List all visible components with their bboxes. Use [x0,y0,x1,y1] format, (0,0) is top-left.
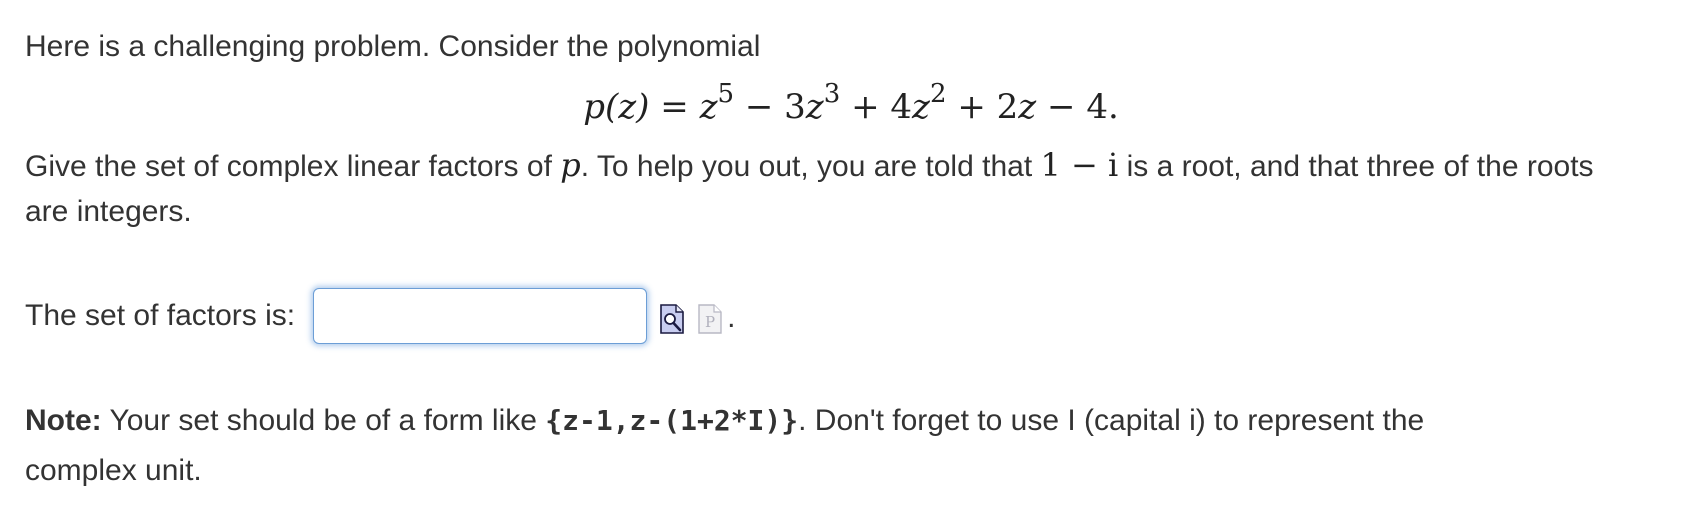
term-5-const: 4. [1086,87,1119,127]
problem-intro: Here is a challenging problem. Consider … [25,30,761,63]
task-text-1: Give the set of complex linear factors o… [25,150,561,183]
term-4-coef: 2 [996,87,1019,127]
term-2-coef: 3 [784,87,806,127]
equation-equals: = [660,87,689,127]
note-text-2: . Don't forget to use I (capital i) to r… [798,404,1425,437]
term-2-var: z [805,87,824,127]
task-text-2: . To help you out, you are told that [580,150,1041,183]
svg-text:P: P [705,313,715,331]
term-4-var: z [1018,87,1037,127]
task-text-3: is a root, and that three of the roots [1118,150,1594,183]
term-2-exp: 3 [823,78,841,109]
equation-editor-icon[interactable]: P [697,299,723,337]
answer-label: The set of factors is: [25,299,296,332]
note-example-code: {z-1,z-(1+2*I)} [545,404,799,437]
polynomial-equation: p(z) = z5 − 3z3 + 4z2 + 2z − 4. [0,78,1702,132]
term-2-op: − [744,87,774,127]
preview-icon[interactable] [659,299,685,337]
answer-row: The set of factors is: P . [25,286,735,346]
term-1-var: z [699,87,718,127]
note: Note: Your set should be of a form like … [25,396,1424,446]
term-1-exp: 5 [717,78,735,109]
task-variable: p [560,146,581,184]
term-3-exp: 2 [929,78,947,109]
term-3-op: + [851,87,880,127]
trailing-period: . [727,301,736,334]
note-label: Note: [25,404,102,437]
factors-answer-input[interactable] [313,288,648,344]
term-3-coef: 4 [890,87,913,127]
problem-task: Give the set of complex linear factors o… [25,142,1594,190]
term-3-var: z [912,87,930,127]
note-line2: complex unit. [25,454,202,487]
problem-task-line2: are integers. [25,195,192,228]
term-4-op: + [957,87,986,127]
task-root: 1 − i [1040,146,1119,184]
equation-lhs: p(z) [583,87,650,127]
term-5-op: − [1047,87,1076,127]
note-text-1: Your set should be of a form like [101,404,546,437]
